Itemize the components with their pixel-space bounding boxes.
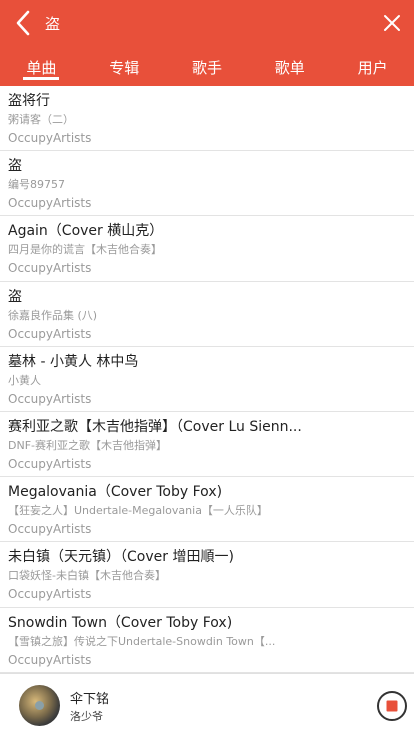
song-album: 【雪镇之旅】传说之下Undertale-Snowdin Town【... — [8, 634, 276, 648]
song-artist: OccupyArtists — [8, 131, 92, 145]
song-album: 四月是你的谎言【木吉他合奏】 — [8, 243, 162, 257]
tab-users[interactable]: 用户 — [331, 46, 414, 86]
song-artist: OccupyArtists — [8, 456, 92, 471]
song-row[interactable]: Snowdin Town（Cover Toby Fox) 【雪镇之旅】传说之下U… — [0, 608, 414, 673]
song-title: 盗 — [8, 158, 22, 175]
song-artist: OccupyArtists — [8, 326, 92, 341]
song-row[interactable]: 墓林 - 小黄人 林中鸟 小黄人 OccupyArtists — [0, 347, 414, 412]
stop-icon[interactable] — [376, 690, 408, 722]
song-album: 小黄人 — [8, 373, 41, 387]
song-artist: OccupyArtists — [8, 587, 92, 602]
song-row[interactable]: 赛利亚之歌【木吉他指弹】（Cover Lu Sienn... DNF-赛利亚之歌… — [0, 412, 414, 478]
mini-player[interactable]: 伞下铭 洛少爷 — [0, 673, 414, 736]
search-query[interactable]: 盗 — [45, 13, 60, 34]
song-artist: OccupyArtists — [8, 391, 92, 406]
song-row[interactable]: 盗 徐嘉良作品集 (八) OccupyArtists — [0, 282, 414, 347]
song-album: 徐嘉良作品集 (八) — [8, 308, 98, 322]
song-artist: OccupyArtists — [8, 196, 92, 211]
now-playing-title: 伞下铭 — [70, 692, 110, 707]
app-header: 盗 单曲 专辑 歌手 歌单 用户 — [0, 0, 414, 86]
song-artist: OccupyArtists — [8, 261, 92, 276]
tab-artists[interactable]: 歌手 — [166, 46, 249, 86]
song-album: DNF-赛利亚之歌【木吉他指弹】 — [8, 438, 167, 452]
song-row[interactable]: 盗 编号89757 OccupyArtists — [0, 151, 414, 217]
song-title: 盗将行 — [8, 93, 50, 109]
cover-center — [35, 701, 44, 710]
song-title: 盗 — [8, 288, 22, 305]
song-title: 赛利亚之歌【木吉他指弹】（Cover Lu Sienn... — [8, 418, 302, 435]
tab-playlists[interactable]: 歌单 — [248, 46, 331, 86]
tab-songs[interactable]: 单曲 — [0, 46, 83, 86]
song-title: 墓林 - 小黄人 林中鸟 — [8, 353, 139, 370]
back-arrow-icon[interactable] — [12, 9, 34, 37]
stop-square — [386, 700, 398, 712]
category-tabs: 单曲 专辑 歌手 歌单 用户 — [0, 46, 414, 86]
close-icon[interactable] — [382, 13, 402, 33]
album-cover[interactable] — [19, 685, 60, 726]
song-artist: OccupyArtists — [8, 652, 92, 667]
song-album: 【狂妄之人】Undertale-Megalovania【一人乐队】 — [8, 504, 268, 518]
search-bar: 盗 — [0, 0, 414, 46]
song-row[interactable]: Megalovania（Cover Toby Fox) 【狂妄之人】Undert… — [0, 477, 414, 543]
song-title: Megalovania（Cover Toby Fox) — [8, 484, 223, 501]
song-title: Snowdin Town（Cover Toby Fox) — [8, 614, 233, 631]
song-title: 未白镇（天元镇）（Cover 增田順一) — [8, 549, 234, 566]
song-album: 口袋妖怪-未白镇【木吉他合奏】 — [8, 569, 166, 583]
tab-albums[interactable]: 专辑 — [83, 46, 166, 86]
song-row[interactable]: Again（Cover 横山克） 四月是你的谎言【木吉他合奏】 OccupyAr… — [0, 216, 414, 282]
now-playing-artist: 洛少爷 — [70, 710, 103, 723]
song-row[interactable]: 未白镇（天元镇）（Cover 增田順一) 口袋妖怪-未白镇【木吉他合奏】 Occ… — [0, 542, 414, 608]
song-album: 编号89757 — [8, 178, 65, 192]
song-album: 粥请客（二） — [8, 113, 74, 126]
song-title: Again（Cover 横山克） — [8, 223, 164, 240]
song-artist: OccupyArtists — [8, 522, 92, 537]
song-result-list: 盗将行 粥请客（二） OccupyArtists 盗 编号89757 Occup… — [0, 86, 414, 673]
song-row[interactable]: 盗将行 粥请客（二） OccupyArtists — [0, 86, 414, 152]
